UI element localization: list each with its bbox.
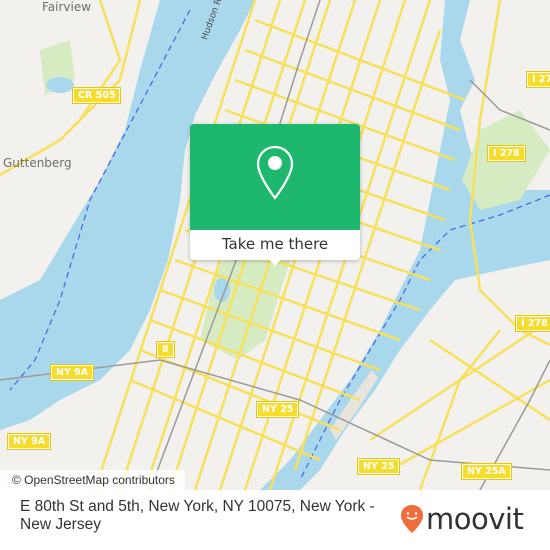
- location-popup[interactable]: Take me there: [190, 124, 360, 266]
- address-text: E 80th St and 5th, New York, NY 10075, N…: [20, 498, 375, 533]
- moovit-wordmark: moovit: [426, 502, 524, 536]
- attribution[interactable]: © OpenStreetMap contributors: [0, 470, 185, 490]
- route-shield-8: 8: [156, 341, 175, 358]
- popup-tail: [268, 258, 282, 266]
- popup-header[interactable]: [190, 124, 360, 230]
- route-shield-cr505: CR 505: [71, 87, 122, 104]
- route-shield-ny9a: NY 9A: [49, 364, 95, 381]
- route-shield-i278: I 278: [526, 71, 550, 88]
- route-shield-ny25: NY 25: [356, 458, 401, 475]
- take-me-there-button[interactable]: Take me there: [190, 230, 360, 260]
- location-pin-icon: [256, 145, 294, 200]
- place-label-fairview: Fairview: [42, 0, 92, 14]
- route-shield-ny25a: NY 25A: [461, 463, 512, 480]
- footer: E 80th St and 5th, New York, NY 10075, N…: [0, 490, 550, 550]
- place-label-guttenberg: Guttenberg: [3, 156, 72, 170]
- route-shield-ny9a: NY 9A: [6, 433, 52, 450]
- moovit-logo[interactable]: moovit: [400, 502, 524, 536]
- map[interactable]: Fairview Guttenberg Hudson Ri CR 505 I 2…: [0, 0, 550, 490]
- moovit-pin-icon: [401, 505, 423, 533]
- route-shield-ny25: NY 25: [255, 401, 300, 418]
- route-shield-i278: I 278: [515, 315, 550, 332]
- route-shield-i278: I 278: [487, 145, 526, 162]
